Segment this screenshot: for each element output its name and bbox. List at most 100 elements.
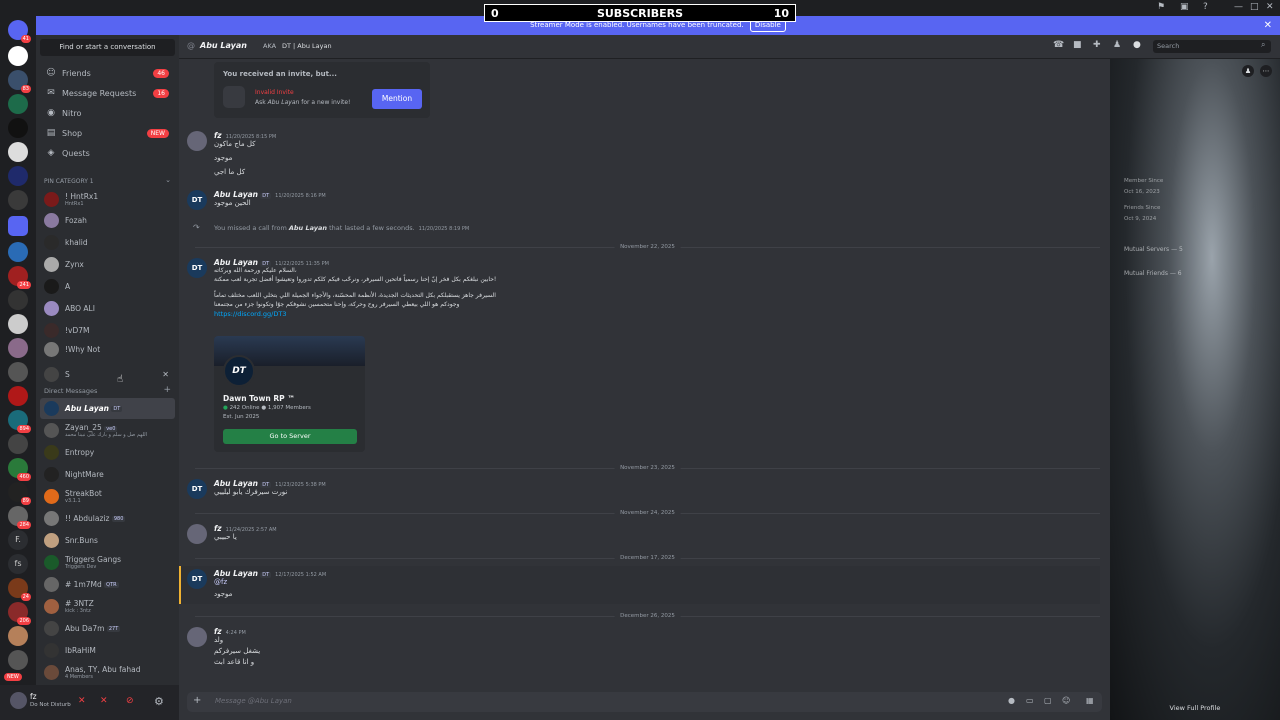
server-icon[interactable] — [8, 242, 28, 262]
server-icon[interactable]: 206 — [8, 602, 31, 625]
server-icon[interactable]: 460 — [8, 458, 31, 481]
mutual-servers[interactable]: Mutual Servers — 5 — [1124, 246, 1183, 253]
author-name[interactable]: fz — [214, 524, 222, 533]
maximize-icon[interactable]: □ — [1250, 2, 1259, 12]
sticker-icon[interactable]: ▢ — [1044, 696, 1052, 705]
streamer-icon[interactable]: ▣ — [1180, 2, 1189, 12]
minimize-icon[interactable]: — — [1234, 2, 1243, 12]
add-dm-icon[interactable]: + — [163, 385, 171, 395]
server-icon[interactable]: 241 — [8, 266, 31, 289]
headphones-muted-icon[interactable]: ✕ — [100, 696, 108, 706]
nav-friends[interactable]: ☺ Friends 46 — [40, 64, 175, 82]
server-icon[interactable] — [8, 166, 28, 186]
author-name[interactable]: Abu Layan — [214, 258, 258, 267]
avatar[interactable]: DT — [187, 569, 207, 589]
dm-item[interactable]: Abu Da7m 27T — [40, 618, 175, 639]
author-name[interactable]: Abu Layan — [214, 479, 258, 488]
gear-icon[interactable]: ⚙ — [154, 695, 164, 708]
pinned-dm[interactable]: !vD7M — [40, 320, 175, 341]
dm-item[interactable]: Anas, TY, Abu fahad 4 Members — [40, 662, 175, 683]
dm-item[interactable]: Zayan_25 ve0 اللهم صل و سلم و بارك على نب… — [40, 420, 175, 441]
avatar[interactable]: DT — [187, 190, 207, 210]
dm-item[interactable]: Entropy — [40, 442, 175, 463]
video-icon[interactable]: ■ — [1073, 40, 1082, 50]
message-input[interactable]: Message @Abu Layan — [215, 697, 292, 705]
dm-item[interactable]: Triggers Gangs Triggers Dev — [40, 552, 175, 573]
nav-quests[interactable]: ◈ Quests — [40, 144, 175, 162]
mutual-friends[interactable]: Mutual Friends — 6 — [1124, 270, 1182, 277]
author-name[interactable]: fz — [214, 627, 222, 636]
avatar[interactable] — [187, 627, 207, 647]
server-icon[interactable]: F. — [8, 530, 28, 550]
server-icon[interactable] — [8, 338, 28, 358]
avatar[interactable] — [187, 524, 207, 544]
add-attachment-icon[interactable]: + — [193, 695, 201, 706]
server-icon[interactable] — [8, 314, 28, 334]
gift-icon[interactable]: ● — [1008, 696, 1015, 705]
help-icon[interactable]: ? — [1203, 2, 1208, 12]
server-icon[interactable] — [8, 626, 28, 646]
profile-toggle-icon[interactable]: ● — [1133, 40, 1141, 50]
nav-shop[interactable]: ▤ Shop NEW — [40, 124, 175, 142]
author-name[interactable]: Abu Layan — [214, 569, 258, 578]
dm-item[interactable]: # 1m7Md QTR — [40, 574, 175, 595]
pinned-dm[interactable]: S ✕ — [40, 364, 175, 385]
server-icon[interactable]: 894 — [8, 410, 31, 433]
server-icon[interactable] — [8, 650, 28, 670]
go-to-server-button[interactable]: Go to Server — [223, 429, 357, 444]
gif-icon[interactable]: ▭ — [1026, 696, 1034, 705]
pinned-dm[interactable]: ABO ALI — [40, 298, 175, 319]
mic-muted-icon[interactable]: ✕ — [78, 696, 86, 706]
server-icon[interactable] — [8, 142, 28, 162]
call-icon[interactable]: ☎ — [1053, 40, 1064, 50]
pin-icon[interactable]: ✚ — [1093, 40, 1101, 50]
dm-item[interactable]: IbRaHiM — [40, 640, 175, 661]
server-icon[interactable] — [8, 118, 28, 138]
close-dm-icon[interactable]: ✕ — [162, 370, 169, 379]
author-name[interactable]: Abu Layan — [214, 190, 258, 199]
view-full-profile-link[interactable]: View Full Profile — [1110, 704, 1280, 712]
activity-icon[interactable]: ⊘ — [126, 696, 134, 706]
server-icon[interactable]: 89 — [8, 482, 31, 505]
apps-icon[interactable]: ▦ — [1086, 696, 1094, 705]
close-banner-icon[interactable]: ✕ — [1264, 16, 1272, 35]
avatar[interactable]: DT — [187, 258, 207, 278]
avatar[interactable] — [187, 131, 207, 151]
emoji-icon[interactable]: ☺ — [1062, 696, 1070, 705]
server-icon[interactable]: 284 — [8, 506, 31, 529]
close-window-icon[interactable]: ✕ — [1266, 2, 1274, 12]
dm-item[interactable]: !! Abdulaziz 980 — [40, 508, 175, 529]
inbox-icon[interactable]: ⚑ — [1157, 2, 1165, 12]
more-options-icon[interactable]: ⋯ — [1260, 65, 1272, 77]
dm-item[interactable]: # 3NTZ kick : 3ntz — [40, 596, 175, 617]
add-friends-icon[interactable]: ♟ — [1113, 40, 1121, 50]
home-icon[interactable]: 41 — [8, 20, 31, 43]
author-name[interactable]: fz — [214, 131, 222, 140]
server-icon[interactable] — [8, 46, 28, 66]
search-input[interactable]: Search — [1153, 40, 1271, 53]
nav-message-requests[interactable]: ✉ Message Requests 16 — [40, 84, 175, 102]
add-friend-icon[interactable]: ♟ — [1242, 65, 1254, 77]
avatar[interactable] — [10, 692, 27, 709]
avatar[interactable]: DT — [187, 479, 207, 499]
pin-category-label[interactable]: PIN CATEGORY 1 — [44, 178, 94, 185]
server-icon[interactable] — [8, 190, 28, 210]
pinned-dm[interactable]: ! HntRx1 HntRx1 — [40, 189, 175, 210]
chevron-down-icon[interactable]: ⌄ — [165, 176, 171, 184]
nav-nitro[interactable]: ◉ Nitro — [40, 104, 175, 122]
server-icon[interactable] — [8, 362, 28, 382]
server-icon[interactable] — [8, 434, 28, 454]
server-icon[interactable] — [8, 386, 28, 406]
pinned-dm[interactable]: Fozah — [40, 210, 175, 231]
dm-item[interactable]: StreakBot v3.1.1 — [40, 486, 175, 507]
dm-item[interactable]: NightMare — [40, 464, 175, 485]
server-icon[interactable] — [8, 290, 28, 310]
pinned-dm[interactable]: !Why Not — [40, 339, 175, 360]
dm-item[interactable]: Snr.Buns — [40, 530, 175, 551]
find-conversation-button[interactable]: Find or start a conversation — [40, 39, 175, 56]
pinned-dm[interactable]: Zynx — [40, 254, 175, 275]
dm-item-selected[interactable]: Abu Layan DT — [40, 398, 175, 419]
folder-icon[interactable] — [8, 216, 28, 236]
mention[interactable]: @fz — [214, 578, 326, 586]
server-icon[interactable]: 83 — [8, 70, 31, 93]
